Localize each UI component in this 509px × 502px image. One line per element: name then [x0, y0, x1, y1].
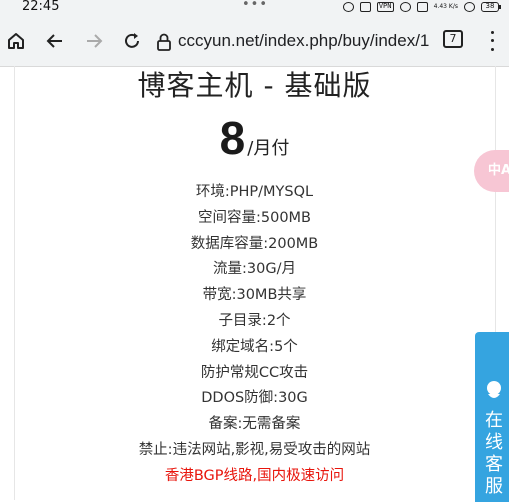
feature-item: 子目录:2个: [218, 312, 291, 329]
online-service-button[interactable]: 在线客服: [475, 332, 509, 502]
back-button[interactable]: [43, 29, 67, 53]
feature-item: 带宽:30MB共享: [202, 287, 307, 304]
feature-item: 绑定域名:5个: [211, 338, 298, 355]
feature-item: 环境:PHP/MYSQL: [195, 184, 314, 200]
menu-dot: [490, 30, 494, 34]
battery-icon: 38: [481, 2, 501, 12]
price-unit: /月付: [247, 138, 290, 159]
mute-icon: [416, 2, 428, 12]
home-button[interactable]: [4, 29, 28, 53]
feature-item: 空间容量:500MB: [197, 209, 312, 226]
bluetooth-icon: [399, 2, 411, 12]
arrow-left-icon: [46, 34, 62, 48]
status-icons: VPN 4.43 K/s 38: [342, 1, 501, 13]
menu-dot: [490, 39, 494, 43]
reload-button[interactable]: [120, 29, 144, 53]
window-icon: [359, 2, 371, 12]
feature-item: 数据库容量:200MB: [190, 235, 319, 252]
vpn-icon: VPN: [376, 2, 394, 12]
price: 8/月付: [0, 111, 509, 165]
status-bar: 22:45 ••• VPN 4.43 K/s 38: [0, 0, 509, 16]
feature-highlight: 香港BGP线路,国内极速访问: [164, 467, 345, 484]
feature-item: 防护常规CC攻击: [200, 364, 309, 381]
tab-switcher-button[interactable]: 7: [443, 30, 463, 48]
status-time: 22:45: [22, 0, 60, 14]
headphones-icon: [342, 2, 354, 12]
address-bar[interactable]: cccyun.net/index.php/buy/index/1: [150, 24, 470, 58]
online-service-label: 在线客服: [485, 410, 503, 497]
wifi-icon: [464, 2, 475, 12]
reload-icon: [125, 33, 139, 48]
feature-item: DDOS防御:30G: [201, 390, 308, 407]
plan-title: 博客主机 - 基础版: [137, 69, 372, 102]
feature-item: 备案:无需备案: [208, 416, 301, 433]
price-value: 8: [219, 112, 246, 164]
forward-button[interactable]: [82, 29, 106, 53]
arrow-right-icon: [87, 34, 103, 48]
url-text[interactable]: cccyun.net/index.php/buy/index/1: [178, 31, 429, 51]
feature-list: 环境:PHP/MYSQL 空间容量:500MB 数据库容量:200MB 流量:3…: [0, 180, 509, 490]
status-dots: •••: [242, 0, 269, 12]
translate-button[interactable]: 中A: [474, 150, 509, 192]
lock-icon[interactable]: [156, 33, 172, 51]
chat-icon: [487, 381, 501, 398]
network-speed: 4.43 K/s: [433, 3, 458, 10]
feature-item: 禁止:违法网站,影视,易受攻击的网站: [138, 441, 371, 458]
feature-item: 流量:30G/月: [213, 261, 296, 278]
menu-dot: [490, 48, 494, 52]
home-icon: [8, 33, 24, 49]
menu-button[interactable]: [488, 28, 496, 54]
browser-toolbar: cccyun.net/index.php/buy/index/1 7: [0, 16, 509, 67]
